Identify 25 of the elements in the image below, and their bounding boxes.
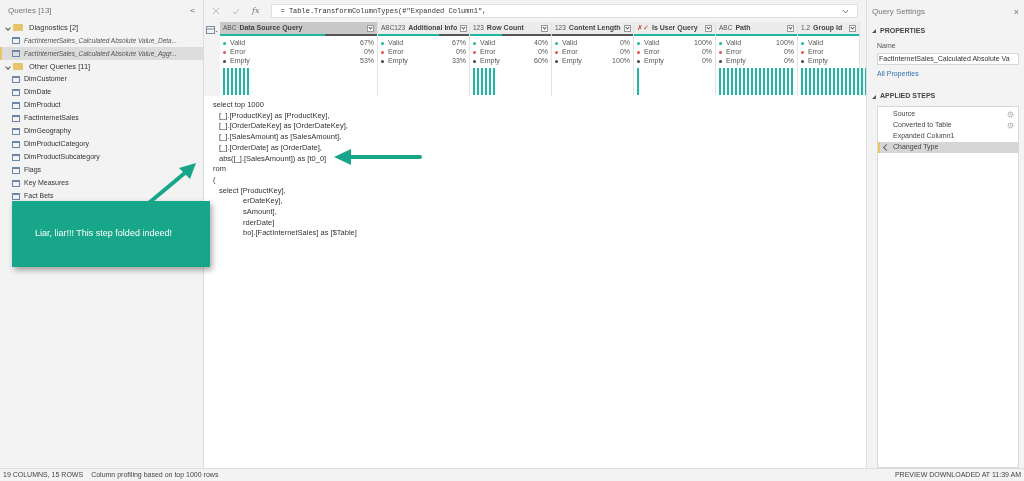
gear-icon[interactable] <box>1007 110 1014 118</box>
dropdown-button[interactable] <box>623 24 631 32</box>
callout-box: Liar, liar!!! This step folded indeed! <box>12 201 210 267</box>
dropdown-button[interactable] <box>541 24 548 32</box>
folder-icon <box>13 63 23 70</box>
dropdown-button[interactable] <box>787 24 794 32</box>
pane-title: Queries [13] <box>8 5 52 17</box>
chevron-icon[interactable] <box>842 8 849 14</box>
dropdown-button[interactable] <box>460 24 468 32</box>
distribution-histogram <box>473 68 495 95</box>
dropdown-button[interactable] <box>367 24 374 32</box>
folder-icon <box>13 24 23 31</box>
close-button[interactable]: × <box>1013 7 1019 17</box>
gear-icon[interactable] <box>1007 121 1014 129</box>
dropdown-button[interactable] <box>705 24 712 32</box>
arrow <box>148 163 196 204</box>
collapse-button[interactable]: < <box>190 5 195 17</box>
distribution-histogram <box>223 68 249 95</box>
dropdown-button[interactable] <box>849 24 856 32</box>
collapse-triangle-icon[interactable] <box>872 94 876 99</box>
pane-title: Query Settings <box>872 6 925 18</box>
collapse-triangle-icon[interactable] <box>872 29 876 34</box>
fx-button[interactable]: fx <box>252 5 260 17</box>
table-menu-icon[interactable] <box>206 26 218 34</box>
check-icon[interactable] <box>232 7 240 15</box>
